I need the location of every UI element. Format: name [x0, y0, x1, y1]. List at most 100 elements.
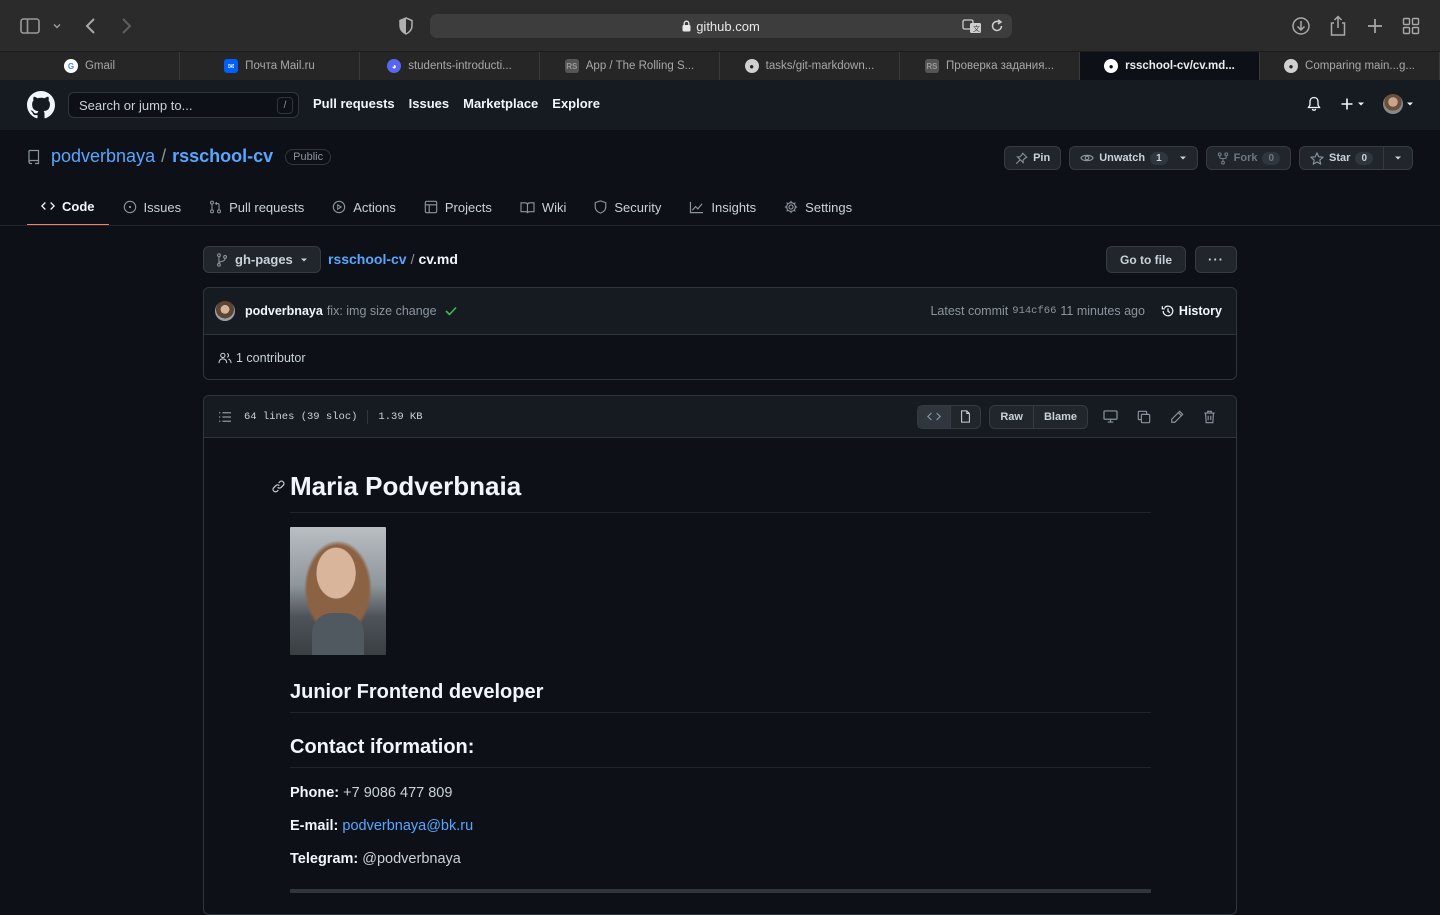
branch-selector[interactable]: gh-pages: [203, 246, 321, 273]
forward-icon[interactable]: [119, 14, 133, 38]
commit-sha[interactable]: 914cf66: [1012, 305, 1056, 317]
search-shortcut-key: /: [277, 97, 293, 114]
search-input[interactable]: Search or jump to... /: [68, 92, 299, 118]
tab-projects[interactable]: Projects: [410, 188, 506, 226]
downloads-icon[interactable]: [1291, 14, 1311, 38]
tab-code[interactable]: Code: [27, 188, 109, 226]
raw-blame-group: Raw Blame: [989, 404, 1088, 429]
chevron-down-icon[interactable]: [52, 14, 62, 38]
browser-tab-bar: G Gmail ✉ Почта Mail.ru ◕ students-intro…: [0, 52, 1440, 80]
repo-title: podverbnaya / rsschool-cv Public: [27, 146, 332, 167]
address-bar[interactable]: github.com 文: [430, 14, 1012, 38]
commit-message[interactable]: fix: img size change: [327, 304, 437, 318]
reload-icon[interactable]: [990, 18, 1004, 34]
phone-value: +7 9086 477 809: [339, 785, 453, 801]
telegram-label: Telegram:: [290, 851, 359, 867]
blame-button[interactable]: Blame: [1032, 405, 1087, 428]
browser-tab-gmail[interactable]: G Gmail: [0, 52, 180, 80]
contributors-row[interactable]: 1 contributor: [204, 335, 1236, 380]
repo-name-link[interactable]: rsschool-cv: [172, 146, 273, 167]
history-icon: [1161, 305, 1174, 317]
browser-tab-mailru[interactable]: ✉ Почта Mail.ru: [180, 52, 360, 80]
pin-icon: [1015, 151, 1028, 164]
caret-down-icon: [1407, 102, 1413, 106]
go-to-file-button[interactable]: Go to file: [1106, 246, 1186, 273]
code-icon: [41, 202, 55, 210]
rendered-view-button[interactable]: [950, 405, 980, 428]
browser-tab-git-markdown[interactable]: ● tasks/git-markdown...: [720, 52, 900, 80]
link-icon[interactable]: [272, 480, 285, 493]
new-tab-icon[interactable]: [1366, 14, 1384, 38]
file-viewer: 64 lines (39 sloc) 1.39 KB Raw Blame Mar…: [203, 395, 1237, 915]
tab-overview-icon[interactable]: [1402, 14, 1420, 38]
nav-explore[interactable]: Explore: [552, 96, 600, 111]
tab-issues[interactable]: Issues: [109, 188, 196, 226]
pencil-icon[interactable]: [1162, 405, 1191, 429]
pull-request-icon: [210, 200, 222, 214]
search-placeholder: Search or jump to...: [79, 97, 193, 113]
share-icon[interactable]: [1329, 14, 1347, 38]
raw-button[interactable]: Raw: [990, 406, 1033, 428]
tab-settings[interactable]: Settings: [770, 188, 866, 226]
tab-insights[interactable]: Insights: [675, 188, 770, 226]
commit-row: podverbnaya fix: img size change Latest …: [204, 288, 1236, 335]
nav-marketplace[interactable]: Marketplace: [463, 96, 538, 111]
tab-pull-requests[interactable]: Pull requests: [195, 188, 318, 226]
plus-icon: [1341, 98, 1353, 110]
create-new-button[interactable]: [1340, 97, 1365, 111]
history-link[interactable]: History: [1161, 304, 1222, 318]
github-logo-icon[interactable]: [27, 91, 55, 119]
browser-tab-review[interactable]: RS Проверка задания...: [900, 52, 1080, 80]
star-button[interactable]: Star 0: [1299, 146, 1413, 170]
commit-author[interactable]: podverbnaya: [245, 304, 323, 318]
tab-label: Gmail: [84, 60, 116, 72]
lock-icon: [682, 20, 691, 32]
browser-tab-discord[interactable]: ◕ students-introducti...: [360, 52, 540, 80]
nav-issues[interactable]: Issues: [409, 96, 449, 111]
check-icon[interactable]: [445, 306, 457, 316]
browser-tab-rs-app[interactable]: RS App / The Rolling S...: [540, 52, 720, 80]
source-view-button[interactable]: [918, 405, 951, 428]
svg-text:文: 文: [973, 24, 980, 33]
author-avatar[interactable]: [215, 301, 235, 321]
translate-icon[interactable]: 文: [962, 18, 982, 34]
tab-label: App / The Rolling S...: [585, 60, 695, 72]
outline-list-icon[interactable]: [218, 411, 232, 423]
breadcrumb-repo-link[interactable]: rsschool-cv: [328, 251, 407, 267]
tab-label: Comparing main...g...: [1305, 60, 1415, 72]
graph-icon: [690, 201, 704, 213]
email-link[interactable]: podverbnaya@bk.ru: [342, 818, 473, 834]
tab-actions[interactable]: Actions: [318, 188, 410, 226]
user-menu[interactable]: [1383, 94, 1414, 114]
trash-icon[interactable]: [1195, 405, 1224, 429]
star-list-dropdown[interactable]: [1383, 147, 1412, 169]
pin-label: Pin: [1033, 152, 1051, 164]
github-header: Search or jump to... / Pull requests Iss…: [0, 80, 1440, 130]
star-label: Star: [1329, 152, 1351, 164]
cv-name: Maria Podverbnaia: [290, 471, 522, 501]
more-options-button[interactable]: ···: [1195, 246, 1237, 273]
table-icon: [424, 200, 438, 214]
fork-button[interactable]: Fork 0: [1205, 146, 1292, 170]
caret-down-icon: [1179, 156, 1186, 160]
tab-security[interactable]: Security: [580, 188, 675, 226]
tab-wiki[interactable]: Wiki: [506, 188, 581, 226]
bell-icon[interactable]: [1306, 96, 1322, 112]
kebab-icon: ···: [1208, 252, 1224, 267]
copy-icon[interactable]: [1129, 405, 1158, 429]
tab-label: Wiki: [541, 199, 567, 215]
browser-tab-comparing[interactable]: ● Comparing main...g...: [1260, 52, 1440, 80]
back-icon[interactable]: [84, 14, 98, 38]
nav-pull-requests[interactable]: Pull requests: [313, 96, 395, 111]
tab-label: rsschool-cv/cv.md...: [1125, 60, 1235, 72]
desktop-icon[interactable]: [1096, 405, 1125, 429]
watch-count: 1: [1150, 151, 1168, 165]
privacy-shield-icon[interactable]: [398, 14, 414, 38]
tab-label: Code: [62, 198, 95, 214]
repo-owner-link[interactable]: podverbnaya: [51, 146, 155, 167]
repo-separator: /: [161, 146, 167, 166]
browser-tab-cv[interactable]: ● rsschool-cv/cv.md...: [1080, 52, 1260, 80]
pin-button[interactable]: Pin: [1004, 146, 1062, 170]
unwatch-button[interactable]: Unwatch 1: [1069, 146, 1198, 170]
sidebar-toggle-icon[interactable]: [20, 14, 40, 38]
